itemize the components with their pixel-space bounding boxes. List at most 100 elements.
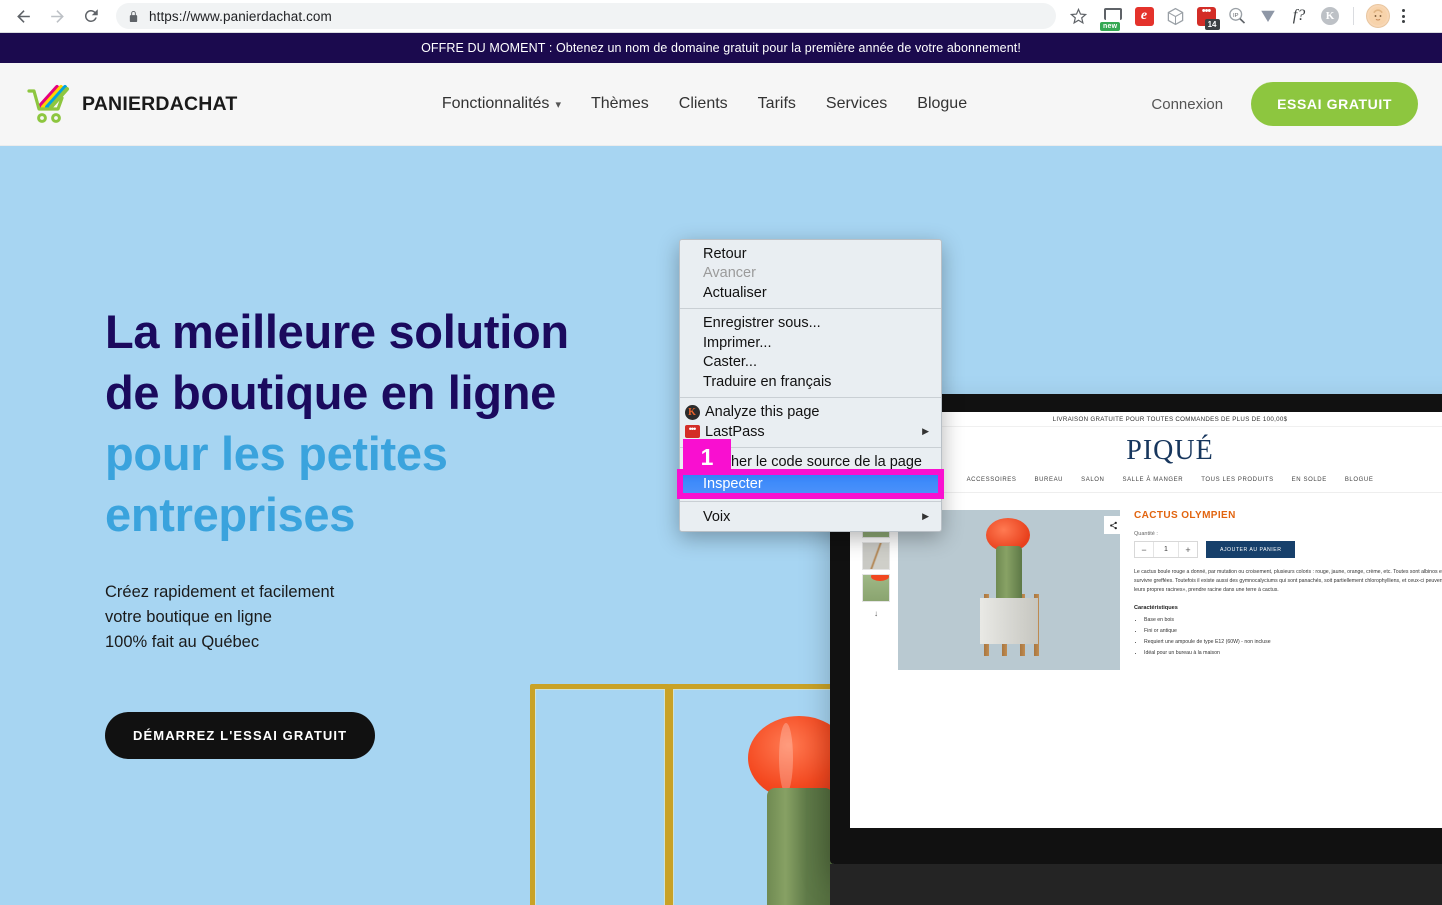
lastpass-icon: ••• [684, 424, 700, 440]
store-nav-blogue[interactable]: BLOGUE [1345, 477, 1374, 483]
cactus-stem [767, 788, 833, 905]
quantity-value[interactable]: 1 [1153, 542, 1179, 557]
context-menu-label: Avancer [703, 265, 756, 282]
product-thumbnail[interactable] [862, 542, 890, 570]
add-to-cart-button[interactable]: AJOUTER AU PANIER [1206, 541, 1296, 558]
thumbnail-scroll-down-icon[interactable]: ↓ [874, 609, 878, 618]
nav-item-services[interactable]: Services [826, 95, 887, 113]
svg-text:IP: IP [1233, 13, 1239, 19]
header-actions: Connexion ESSAI GRATUIT [1151, 82, 1418, 126]
kaspersky-glyph: K [1321, 7, 1339, 25]
context-menu-label: Inspecter [703, 476, 763, 492]
lastpass-extension-icon[interactable]: ••• 14 [1195, 4, 1220, 30]
product-thumbnail-list: ↓ [862, 510, 890, 670]
f-question-extension-icon[interactable]: f? [1288, 5, 1310, 27]
forward-arrow-icon [50, 9, 64, 23]
product-thumbnail[interactable] [862, 574, 890, 602]
new-tab-extension-icon[interactable]: new [1100, 5, 1124, 31]
nav-item-tarifs[interactable]: Tarifs [758, 95, 796, 113]
start-free-trial-button[interactable]: DÉMARREZ L'ESSAI GRATUIT [105, 712, 376, 759]
store-nav-salle-a-manger[interactable]: SALLE À MANGER [1122, 477, 1183, 483]
context-menu-separator [680, 307, 941, 309]
nav-item-themes[interactable]: Thèmes [591, 95, 649, 113]
feature-item: Idéal pour un bureau à la maison [1144, 649, 1442, 658]
store-nav-en-solde[interactable]: EN SOLDE [1292, 477, 1327, 483]
cube-icon [1167, 7, 1183, 25]
avatar-icon [1368, 6, 1388, 26]
url-text: https://www.panierdachat.com [149, 8, 332, 24]
context-menu-label: Traduire en français [703, 373, 832, 390]
reload-button[interactable] [76, 1, 106, 31]
package-extension-icon[interactable] [1164, 5, 1186, 27]
nav-label: Fonctionnalités [441, 95, 550, 112]
store-nav-bureau[interactable]: BUREAU [1035, 477, 1064, 483]
ip-lookup-extension-icon[interactable]: IP [1226, 5, 1248, 27]
quantity-decrease-button[interactable]: − [1135, 542, 1153, 557]
context-menu-item-inspecter[interactable]: Inspecter [680, 472, 941, 496]
context-menu-item-traduire[interactable]: Traduire en français [680, 372, 941, 392]
context-menu-item-caster[interactable]: Caster... [680, 353, 941, 373]
hero-title: La meilleure solution de boutique en lig… [105, 301, 665, 545]
hero-sub-line-1: Créez rapidement et facilement [105, 583, 335, 601]
chevron-v-icon [1261, 10, 1275, 22]
toolbar-divider [1353, 7, 1354, 25]
lastpass-glyph: ••• [684, 425, 700, 439]
reload-icon [84, 9, 98, 22]
profile-avatar[interactable] [1366, 4, 1390, 28]
browser-menu-button[interactable] [1390, 9, 1416, 23]
promo-banner[interactable]: OFFRE DU MOMENT : Obtenez un nom de doma… [0, 33, 1442, 63]
context-menu-item-retour[interactable]: Retour [680, 244, 941, 264]
forward-button[interactable] [42, 1, 72, 31]
lastpass-dots: ••• [1201, 4, 1212, 17]
logo-text: PANIERDACHAT [82, 92, 238, 115]
free-trial-button[interactable]: ESSAI GRATUIT [1251, 82, 1418, 126]
submenu-arrow-icon: ▶ [922, 426, 929, 437]
feature-item: Requiert une ampoule de type E12 (60W) -… [1144, 638, 1442, 647]
menu-dot [1401, 20, 1405, 23]
context-menu-label: Retour [703, 245, 747, 262]
context-menu-item-imprimer[interactable]: Imprimer... [680, 333, 941, 353]
promo-text: OFFRE DU MOMENT : Obtenez un nom de doma… [421, 41, 1021, 55]
context-menu-item-voix[interactable]: Voix ▶ [680, 507, 941, 527]
evernote-extension-icon[interactable]: e [1133, 5, 1155, 27]
context-menu-item-actualiser[interactable]: Actualiser [680, 283, 941, 303]
context-menu-item-avancer: Avancer [680, 264, 941, 284]
store-nav-tous-les-produits[interactable]: TOUS LES PRODUITS [1201, 477, 1273, 483]
three-dots-menu-icon [1401, 9, 1405, 12]
product-details: CACTUS OLYMPIEN Quantité : − 1 + AJOUTER… [1128, 510, 1442, 670]
gold-frame-left [530, 684, 670, 905]
site-logo[interactable]: PANIERDACHAT [26, 82, 238, 126]
product-main-image [898, 510, 1120, 670]
lock-icon [128, 10, 139, 23]
v-extension-icon[interactable] [1257, 5, 1279, 27]
bookmark-button[interactable] [1064, 2, 1092, 30]
main-navigation: Fonctionnalités ▾ Thèmes Clients Tarifs … [258, 95, 1152, 113]
context-menu-label: Actualiser [703, 284, 767, 301]
browser-toolbar: https://www.panierdachat.com new e ••• 1… [0, 0, 1442, 33]
back-arrow-icon [16, 9, 30, 23]
context-menu-separator [680, 501, 941, 502]
concrete-pot [980, 598, 1038, 644]
context-menu-item-analyze-this-page[interactable]: K Analyze this page [680, 403, 941, 423]
address-bar[interactable]: https://www.panierdachat.com [116, 3, 1056, 29]
quantity-stepper[interactable]: − 1 + [1134, 541, 1198, 558]
lastpass-count-badge: 14 [1204, 18, 1220, 30]
star-icon [1069, 7, 1087, 24]
product-description: Le cactus boule rouge a donné, par mutat… [1134, 569, 1442, 593]
hero-title-line-2: de boutique en ligne [105, 366, 556, 419]
hero-title-line-4: entreprises [105, 488, 356, 541]
page-viewport: OFFRE DU MOMENT : Obtenez un nom de doma… [0, 33, 1442, 905]
nav-item-clients[interactable]: Clients [679, 95, 728, 113]
store-nav-accessoires[interactable]: ACCESSOIRES [967, 477, 1017, 483]
store-nav-salon[interactable]: SALON [1081, 477, 1104, 483]
login-link[interactable]: Connexion [1151, 96, 1223, 113]
context-menu-item-enregistrer-sous[interactable]: Enregistrer sous... [680, 314, 941, 334]
extension-icons: new e ••• 14 IP f? K [1100, 4, 1390, 31]
feature-item: Base en bois [1144, 616, 1442, 625]
nav-item-blogue[interactable]: Blogue [917, 95, 967, 113]
quantity-increase-button[interactable]: + [1179, 542, 1197, 557]
nav-item-fonctionnalites[interactable]: Fonctionnalités ▾ [442, 95, 561, 113]
share-button[interactable] [1104, 516, 1120, 534]
kaspersky-extension-icon[interactable]: K [1319, 5, 1341, 27]
back-button[interactable] [8, 1, 38, 31]
